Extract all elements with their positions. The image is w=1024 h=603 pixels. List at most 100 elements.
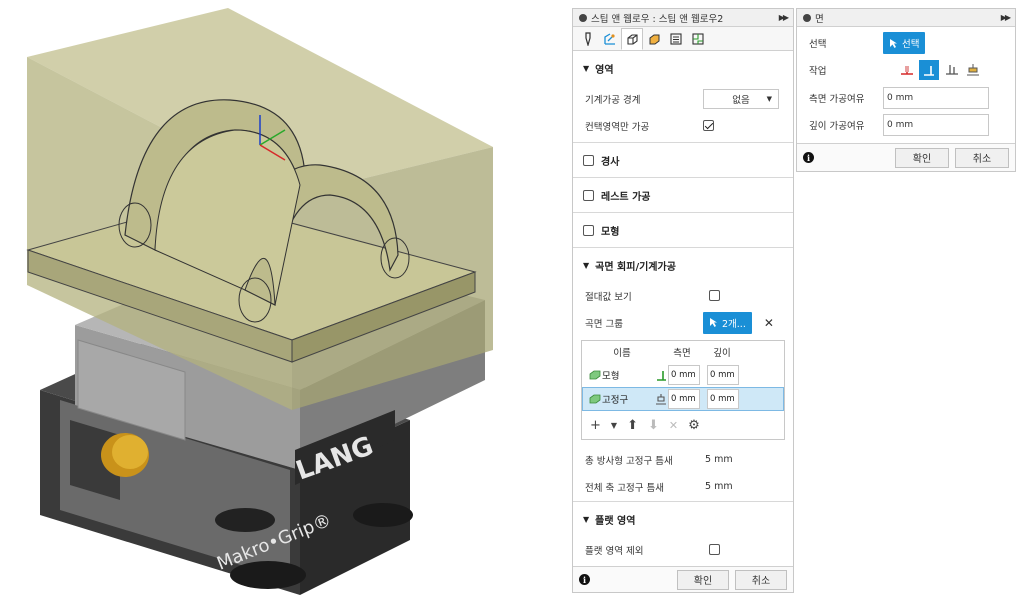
cursor-arrow-icon <box>710 318 717 327</box>
col-depth-header: 깊이 <box>713 348 731 359</box>
tab-heights[interactable] <box>621 28 643 50</box>
show-max-row: 절대값 보기 <box>573 282 793 309</box>
info-icon[interactable]: i <box>579 574 590 585</box>
row-depth-input[interactable]: 0 mm <box>707 365 739 385</box>
surface-group-select-button[interactable]: 2개... <box>703 311 752 334</box>
section-rest-title: 레스트 가공 <box>601 191 651 203</box>
move-up-icon[interactable]: ⬆ <box>627 418 638 433</box>
collapse-triangle-icon: ▼ <box>583 514 590 524</box>
total-radial-row: 총 방사형 고정구 틈새 5 mm <box>573 446 793 473</box>
section-area: ▼ 영역 기계가공 경계 없음 ▼ 컨택영역만 가공 <box>573 51 793 143</box>
tilt-checkbox[interactable] <box>583 154 594 166</box>
machining-boundary-label: 기계가공 경계 <box>585 94 641 106</box>
add-row-icon[interactable]: + <box>590 418 601 433</box>
move-down-icon[interactable]: ⬇ <box>648 418 659 433</box>
section-rest: 레스트 가공 <box>573 178 793 213</box>
show-max-label: 절대값 보기 <box>585 291 632 303</box>
contact-only-label: 컨택영역만 가공 <box>585 121 650 133</box>
section-model-header[interactable]: 모형 <box>573 213 793 247</box>
face-select-row: 선택 선택 <box>797 30 1015 56</box>
3d-viewport[interactable]: LANG Makro•Grip® <box>0 0 560 603</box>
chevron-down-icon: ▼ <box>766 94 772 103</box>
delete-row-icon[interactable]: ✕ <box>669 419 678 432</box>
rest-checkbox[interactable] <box>583 189 594 201</box>
exclude-flat-label: 플랫 영역 제외 <box>585 545 644 557</box>
face-cancel-button[interactable]: 취소 <box>955 147 1009 168</box>
panel-footer: i 확인 취소 <box>573 566 793 592</box>
section-avoid-header[interactable]: ▼ 곡면 회피/기계가공 <box>573 248 793 282</box>
op-both-icon[interactable] <box>944 62 960 78</box>
table-toolbar: + ▼ ⬆ ⬇ ✕ ⚙ <box>582 411 784 439</box>
linking-icon <box>670 33 682 45</box>
tab-linking[interactable] <box>665 28 687 50</box>
face-panel: 면 ▶▶ 선택 선택 작업 측면 가공여유 0 mm 깊이 가공여유 0 mm <box>796 8 1016 172</box>
operation-label: 작업 <box>809 66 827 77</box>
model-checkbox[interactable] <box>583 224 594 236</box>
depth-allowance-label: 깊이 가공여유 <box>809 120 865 132</box>
panel-expand-icon[interactable]: ▶▶ <box>779 13 789 22</box>
row-name: 모형 <box>602 371 620 382</box>
op-side-icon[interactable] <box>919 60 939 80</box>
section-rest-header[interactable]: 레스트 가공 <box>573 178 793 212</box>
body-icon <box>589 394 601 404</box>
row-side-input[interactable]: 0 mm <box>668 365 700 385</box>
total-radial-value: 5 mm <box>705 454 733 465</box>
passes-icon <box>649 34 660 45</box>
avoid-surfaces-table: 이름 측면 깊이 모형 0 mm 0 mm 고정구 0 mm 0 mm + ▼ … <box>581 340 785 440</box>
dropdown-arrow-icon[interactable]: ▼ <box>611 421 617 430</box>
op-top-icon[interactable] <box>899 62 915 78</box>
steep-shallow-panel: 스팁 앤 웹로우 : 스팁 앤 웹로우2 ▶▶ ▼ 영역 기계가공 경계 없음 … <box>572 8 794 593</box>
machining-boundary-row: 기계가공 경계 없음 ▼ <box>573 85 793 112</box>
col-name-header: 이름 <box>613 348 631 359</box>
panel-collapse-icon[interactable] <box>579 13 587 22</box>
section-flat-header[interactable]: ▼ 플랫 영역 <box>573 502 793 536</box>
total-axial-row: 전체 축 고정구 틈새 5 mm <box>573 473 793 500</box>
section-flat: ▼ 플랫 영역 플랫 영역 제외 <box>573 502 793 563</box>
cancel-button[interactable]: 취소 <box>735 569 787 590</box>
row-side-input[interactable]: 0 mm <box>668 389 700 409</box>
total-radial-label: 총 방사형 고정구 틈새 <box>585 455 673 467</box>
section-area-header[interactable]: ▼ 영역 <box>573 51 793 85</box>
face-select-button[interactable]: 선택 <box>883 32 926 54</box>
panel-collapse-icon[interactable] <box>803 13 811 22</box>
section-area-title: 영역 <box>595 64 614 76</box>
tab-tool[interactable] <box>577 28 599 50</box>
side-allowance-input[interactable]: 0 mm <box>883 86 989 109</box>
face-ok-button[interactable]: 확인 <box>895 147 949 168</box>
face-panel-footer: i 확인 취소 <box>797 143 1015 171</box>
row-name: 고정구 <box>602 395 629 406</box>
table-row-selected[interactable]: 고정구 0 mm 0 mm <box>582 387 784 411</box>
section-model-title: 모형 <box>601 226 620 238</box>
row-depth-input[interactable]: 0 mm <box>707 389 739 409</box>
face-panel-header: 면 ▶▶ <box>797 9 1015 27</box>
multiaxis-icon <box>692 33 704 45</box>
depth-allowance-row: 깊이 가공여유 0 mm <box>797 111 1015 138</box>
machining-boundary-dropdown[interactable]: 없음 ▼ <box>703 88 779 109</box>
fixture-mode-icon <box>656 394 666 405</box>
side-mode-icon <box>657 371 666 381</box>
tab-passes[interactable] <box>643 28 665 50</box>
contact-only-checkbox[interactable] <box>703 120 714 131</box>
tab-geometry[interactable] <box>599 28 621 50</box>
table-header: 이름 측면 깊이 <box>582 341 784 363</box>
surface-group-row: 곡면 그룹 2개... ✕ <box>573 309 793 336</box>
surface-group-label: 곡면 그룹 <box>585 318 623 330</box>
tool-icon <box>585 32 591 46</box>
table-row[interactable]: 모형 0 mm 0 mm <box>582 363 784 387</box>
ok-button[interactable]: 확인 <box>677 569 729 590</box>
panel-expand-icon[interactable]: ▶▶ <box>1001 13 1011 22</box>
vise-model-render: LANG Makro•Grip® <box>26 8 493 595</box>
show-max-checkbox[interactable] <box>709 290 720 301</box>
info-icon[interactable]: i <box>803 152 814 163</box>
section-avoid-title: 곡면 회피/기계가공 <box>595 261 676 273</box>
section-tilt-header[interactable]: 경사 <box>573 143 793 177</box>
tab-multiaxis[interactable] <box>687 28 709 50</box>
col-side-header: 측면 <box>673 348 691 359</box>
face-select-label: 선택 <box>809 39 827 50</box>
exclude-flat-row: 플랫 영역 제외 <box>573 536 793 563</box>
op-fixture-icon[interactable] <box>965 62 981 78</box>
exclude-flat-checkbox[interactable] <box>709 544 720 555</box>
gear-icon[interactable]: ⚙ <box>688 418 700 433</box>
depth-allowance-input[interactable]: 0 mm <box>883 113 989 136</box>
clear-selection-icon[interactable]: ✕ <box>764 316 774 330</box>
